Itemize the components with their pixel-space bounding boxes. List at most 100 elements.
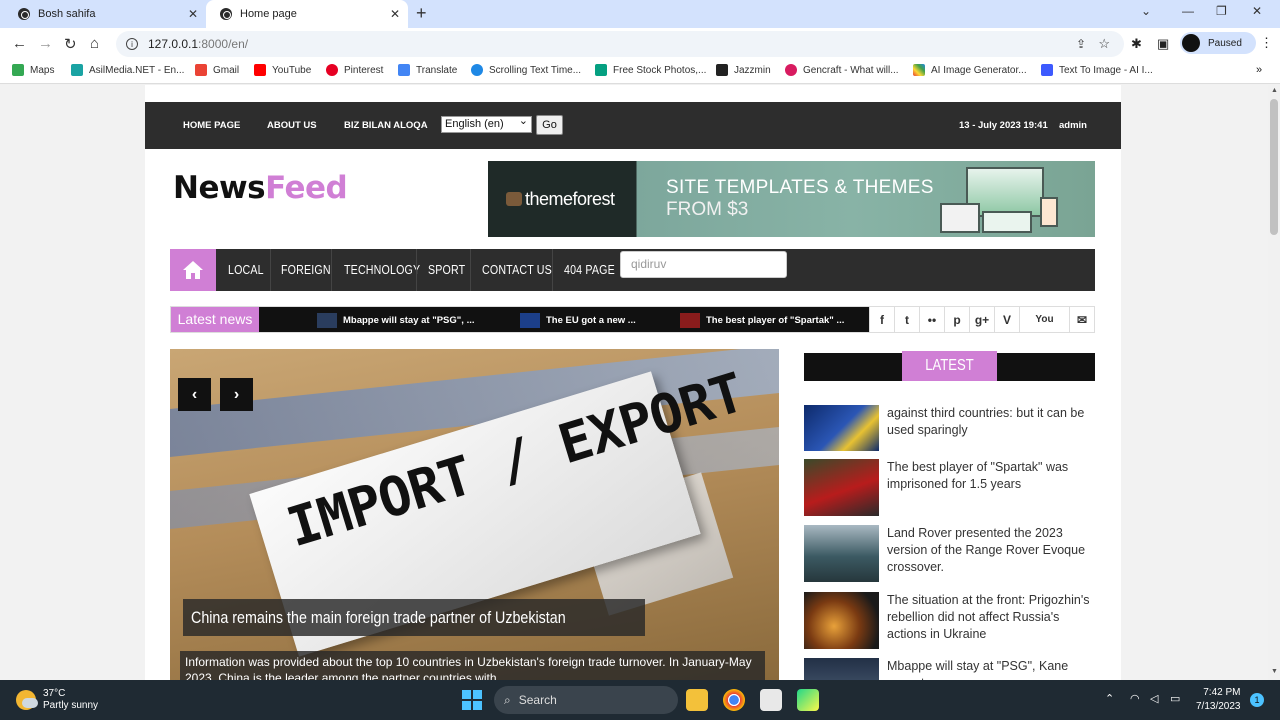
nav-local[interactable]: LOCAL: [228, 249, 264, 291]
google-plus-icon[interactable]: g+: [969, 307, 994, 332]
temperature: 37°C: [43, 688, 66, 699]
bookmark-jazzmin[interactable]: Jazzmin: [716, 64, 771, 76]
bookmark-ai-image[interactable]: AI Image Generator...: [913, 64, 1027, 76]
taskbar-search[interactable]: ⌕ Search: [494, 686, 678, 714]
nav-technology[interactable]: TECHNOLOGY: [344, 249, 420, 291]
youtube-icon[interactable]: You: [1019, 307, 1069, 332]
home-icon[interactable]: ⌂: [90, 35, 99, 52]
ticker-thumb: [520, 313, 540, 328]
more-bookmarks-icon[interactable]: »: [1256, 64, 1262, 76]
tray-overflow-icon[interactable]: ⌃: [1105, 692, 1114, 705]
start-button[interactable]: [462, 690, 482, 710]
back-icon[interactable]: ←: [12, 35, 27, 52]
tab-bosh-sahifa[interactable]: Bosh sahifa ✕: [4, 0, 206, 28]
site-logo[interactable]: NewsFeed: [173, 170, 348, 206]
new-tab-button[interactable]: +: [416, 3, 427, 24]
taskbar-search-label: Search: [518, 693, 557, 707]
weather-widget[interactable]: 37°C Partly sunny: [16, 688, 98, 712]
scroll-down-icon[interactable]: ▼: [1271, 668, 1278, 675]
close-icon[interactable]: ✕: [390, 7, 400, 21]
clock-time: 7:42 PM: [1203, 687, 1241, 698]
twitter-icon[interactable]: t: [894, 307, 919, 332]
page-scrollbar[interactable]: ▲ ▼: [1268, 85, 1280, 680]
bookmark-asilmedia[interactable]: AsilMedia.NET - En...: [71, 64, 184, 76]
close-icon[interactable]: ✕: [188, 7, 198, 21]
forward-icon[interactable]: →: [38, 35, 53, 52]
bookmark-scrolling-text[interactable]: Scrolling Text Time...: [471, 64, 581, 76]
topnav-contact[interactable]: BIZ BILAN ALOQA: [344, 120, 428, 131]
topnav-home[interactable]: HOME PAGE: [183, 120, 240, 131]
side-panel-icon[interactable]: ▣: [1157, 36, 1169, 52]
extensions-icon[interactable]: ✱: [1131, 36, 1142, 52]
ticker-item[interactable]: Mbappe will stay at "PSG", ...: [317, 313, 474, 328]
ticker-track: Mbappe will stay at "PSG", ... The EU go…: [259, 307, 869, 332]
topnav-about[interactable]: ABOUT US: [267, 120, 317, 131]
notification-badge[interactable]: 1: [1250, 693, 1264, 707]
facebook-icon[interactable]: f: [869, 307, 894, 332]
bookmark-youtube[interactable]: YouTube: [254, 64, 311, 76]
flickr-icon[interactable]: ••: [919, 307, 944, 332]
wifi-icon[interactable]: ◠: [1130, 692, 1140, 705]
profile-status: Paused: [1208, 37, 1242, 49]
ticker-item[interactable]: The best player of "Spartak" ...: [680, 313, 844, 328]
home-nav-button[interactable]: [170, 249, 216, 291]
bookmark-translate[interactable]: Translate: [398, 64, 457, 76]
ticker-thumb: [317, 313, 337, 328]
nav-divider: [331, 249, 332, 291]
user-link[interactable]: admin: [1059, 120, 1087, 131]
bookmark-text-to-image[interactable]: Text To Image - AI I...: [1041, 64, 1153, 76]
featured-slider[interactable]: IMPORT / EXPORT ‹ › China remains the ma…: [170, 349, 779, 680]
latest-news-item[interactable]: Mbappe will stay at "PSG", Kane cannot: [804, 658, 1095, 680]
latest-news-item[interactable]: against third countries: but it can be u…: [804, 405, 1095, 451]
nav-sport[interactable]: SPORT: [428, 249, 465, 291]
nav-404[interactable]: 404 PAGE: [564, 249, 615, 291]
system-clock[interactable]: 7:42 PM 7/13/2023: [1196, 686, 1241, 714]
bookmarks-bar: Maps AsilMedia.NET - En... Gmail YouTube…: [0, 60, 1280, 84]
latest-news-item[interactable]: Land Rover presented the 2023 version of…: [804, 525, 1095, 583]
site-info-icon[interactable]: i: [126, 38, 138, 50]
pinterest-icon[interactable]: p: [944, 307, 969, 332]
news-title: against third countries: but it can be u…: [887, 406, 1085, 437]
chrome-icon[interactable]: [723, 689, 745, 711]
go-button[interactable]: Go: [536, 115, 563, 135]
scroll-up-icon[interactable]: ▲: [1271, 87, 1278, 94]
battery-icon[interactable]: ▭: [1170, 692, 1180, 705]
nav-foreign[interactable]: FOREIGN: [281, 249, 331, 291]
tab-search-icon[interactable]: ⌄: [1141, 4, 1151, 18]
bookmark-gencraft[interactable]: Gencraft - What will...: [785, 64, 899, 76]
ticker-item[interactable]: The EU got a new ...: [520, 313, 636, 328]
bookmark-free-stock[interactable]: Free Stock Photos,...: [595, 64, 706, 76]
pycharm-icon[interactable]: [797, 689, 819, 711]
search-input[interactable]: qidiruv: [620, 251, 787, 278]
nav-contact[interactable]: CONTACT US: [482, 249, 552, 291]
window-close-icon[interactable]: ✕: [1252, 4, 1262, 18]
profile-button[interactable]: Paused: [1180, 32, 1256, 54]
address-bar[interactable]: i 127.0.0.1:8000/en/ ⇪ ☆: [116, 31, 1124, 57]
volume-icon[interactable]: ◁: [1150, 692, 1158, 705]
bookmark-label: Translate: [416, 64, 458, 76]
slider-next-button[interactable]: ›: [220, 378, 253, 411]
slider-prev-button[interactable]: ‹: [178, 378, 211, 411]
mail-icon[interactable]: ✉: [1069, 307, 1094, 332]
microsoft-store-icon[interactable]: [760, 689, 782, 711]
scrollbar-thumb[interactable]: [1270, 99, 1278, 235]
bookmark-pinterest[interactable]: Pinterest: [326, 64, 383, 76]
latest-news-item[interactable]: The best player of "Spartak" was impriso…: [804, 459, 1095, 517]
tab-home-page[interactable]: Home page ✕: [206, 0, 408, 28]
maximize-icon[interactable]: ❐: [1216, 4, 1227, 18]
browser-toolbar: ← → ↻ ⌂ i 127.0.0.1:8000/en/ ⇪ ☆ ✱ ▣ Pau…: [0, 28, 1280, 60]
file-explorer-icon[interactable]: [686, 689, 708, 711]
share-icon[interactable]: ⇪: [1076, 37, 1086, 51]
bookmark-star-icon[interactable]: ☆: [1098, 36, 1110, 52]
language-select[interactable]: English (en): [441, 114, 532, 133]
latest-news-item[interactable]: The situation at the front: Prigozhin's …: [804, 592, 1095, 650]
ad-banner[interactable]: themeforest SITE TEMPLATES & THEMES FROM…: [488, 161, 1095, 237]
reload-icon[interactable]: ↻: [64, 35, 77, 53]
slide-title[interactable]: China remains the main foreign trade par…: [183, 599, 646, 636]
menu-icon[interactable]: ⋮: [1260, 35, 1273, 51]
bookmark-gmail[interactable]: Gmail: [195, 64, 239, 76]
bookmark-maps[interactable]: Maps: [12, 64, 54, 76]
banner-line1: SITE TEMPLATES & THEMES: [666, 177, 934, 198]
vimeo-icon[interactable]: V: [994, 307, 1019, 332]
minimize-icon[interactable]: —: [1182, 4, 1194, 18]
